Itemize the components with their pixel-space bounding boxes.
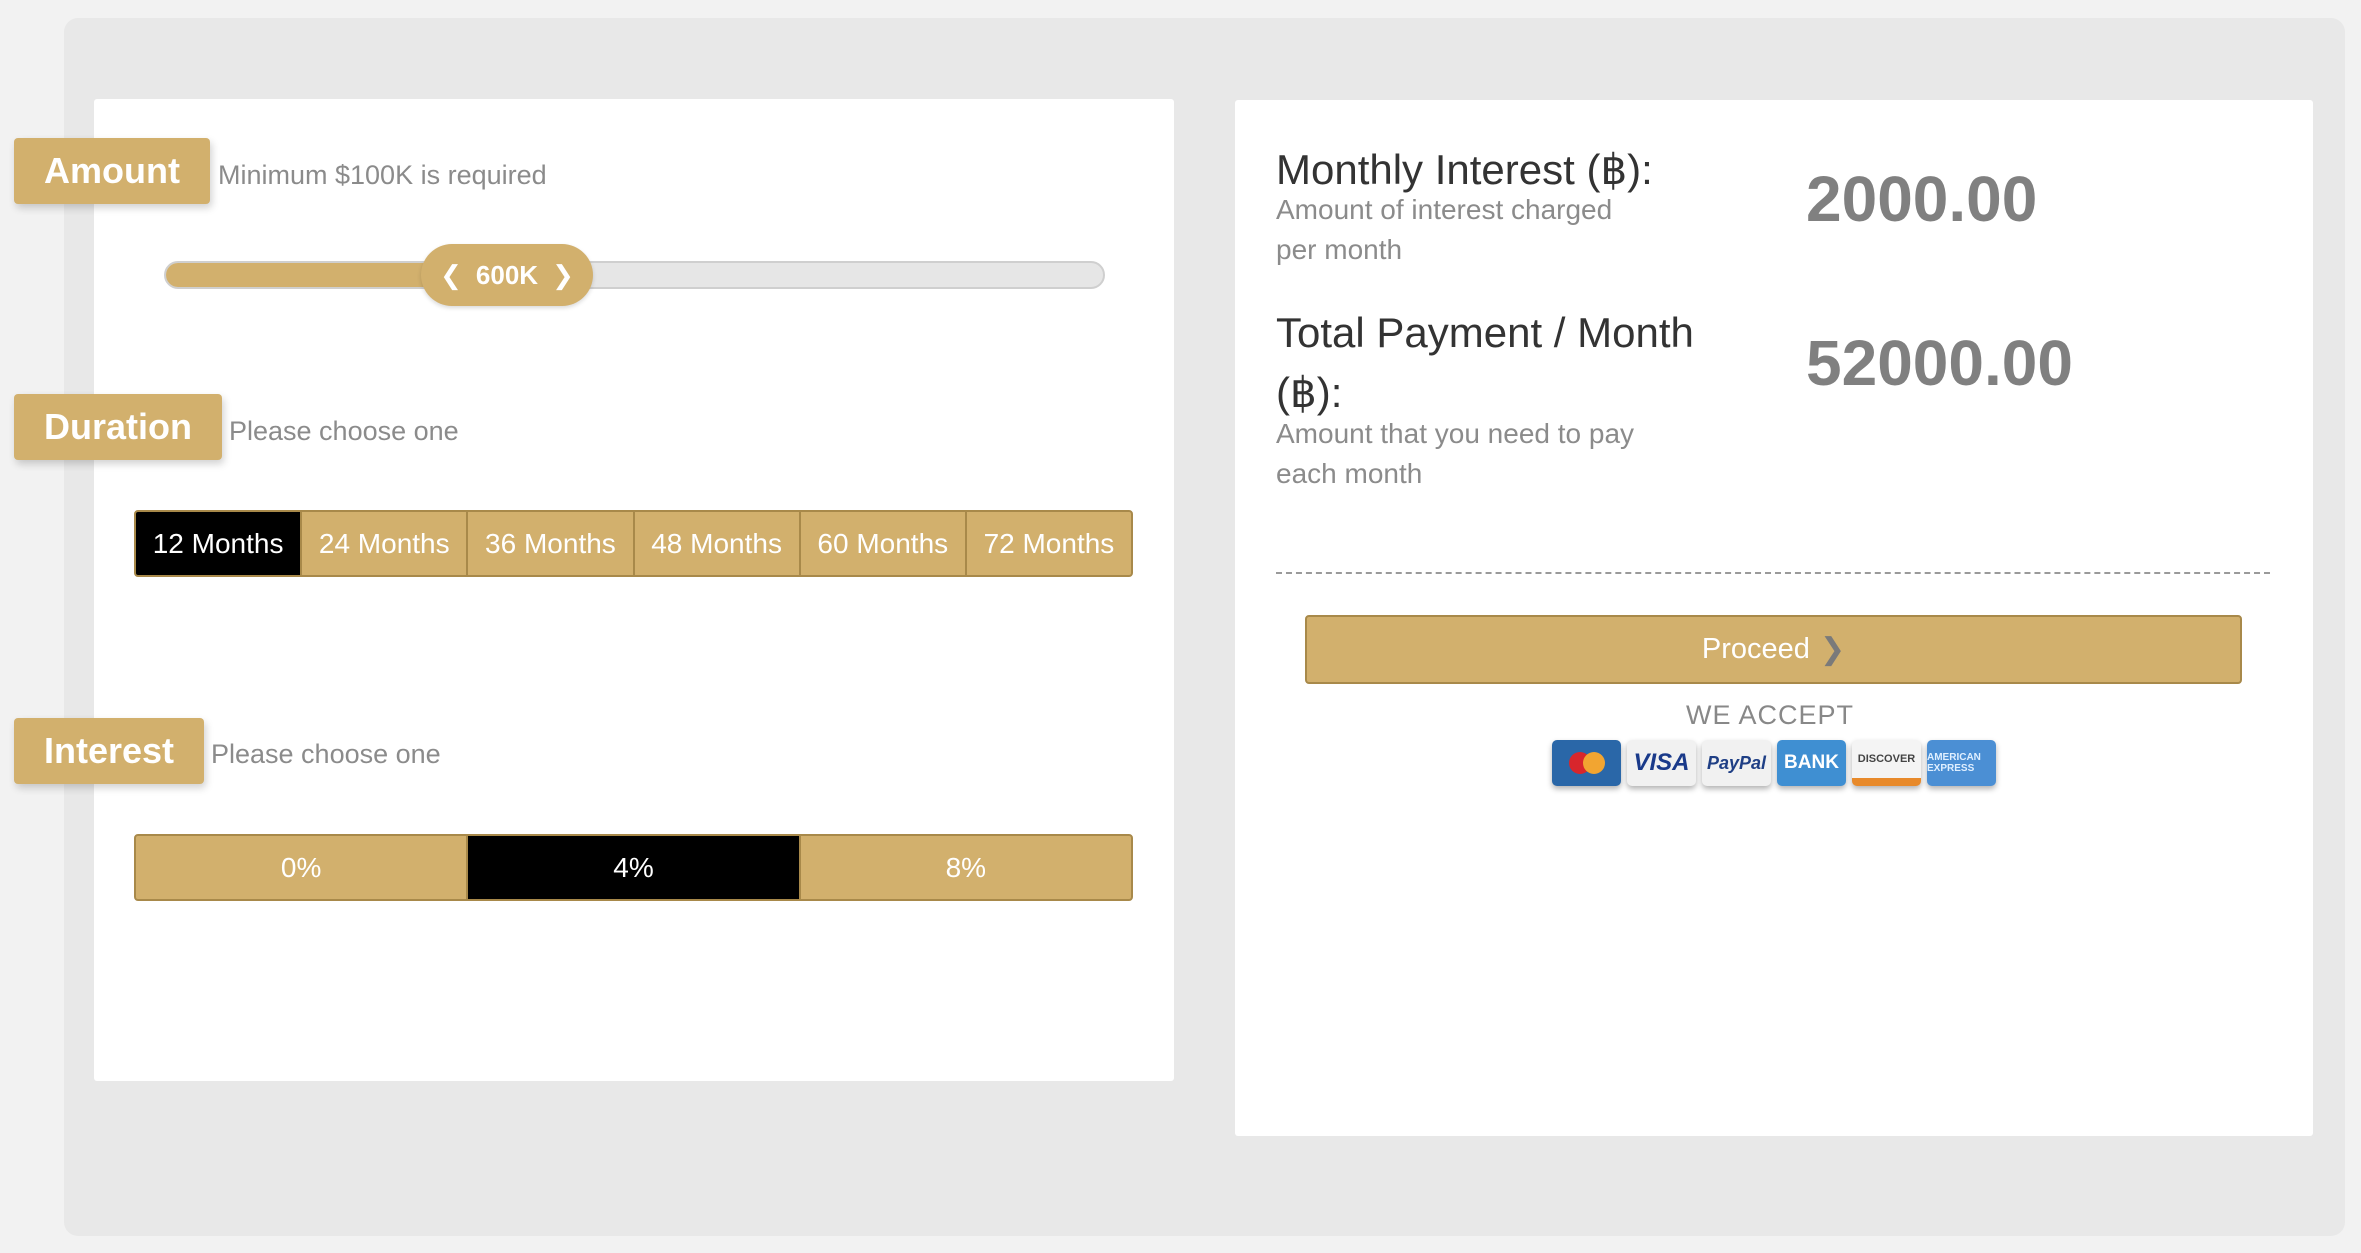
- divider: [1276, 572, 2270, 574]
- interest-options: 0% 4% 8%: [134, 834, 1133, 901]
- duration-option-24[interactable]: 24 Months: [302, 512, 469, 575]
- chevron-right-icon: ❯: [552, 259, 574, 290]
- amount-label: Amount: [14, 138, 210, 204]
- total-payment-label: Total Payment / Month (฿):: [1276, 309, 1694, 416]
- bank-icon: BANK: [1777, 740, 1846, 786]
- duration-option-48[interactable]: 48 Months: [635, 512, 801, 575]
- proceed-button-label: Proceed: [1701, 633, 1810, 665]
- mastercard-icon: [1552, 740, 1621, 786]
- amex-icon: AMERICAN EXPRESS: [1927, 740, 1996, 786]
- amount-slider-handle[interactable]: ❮ 600K ❯: [421, 244, 593, 306]
- amount-hint: Minimum $100K is required: [218, 160, 547, 190]
- visa-icon: VISA: [1627, 740, 1696, 786]
- duration-option-60[interactable]: 60 Months: [801, 512, 967, 575]
- duration-option-72[interactable]: 72 Months: [967, 512, 1131, 575]
- we-accept-label: WE ACCEPT: [1685, 700, 1855, 730]
- proceed-button[interactable]: Proceed ❯: [1305, 615, 2242, 684]
- interest-option-4[interactable]: 4%: [468, 836, 801, 899]
- interest-option-0[interactable]: 0%: [136, 836, 469, 899]
- amount-slider-track[interactable]: [164, 261, 1105, 289]
- duration-options: 12 Months 24 Months 36 Months 48 Months …: [134, 510, 1133, 577]
- total-payment-value: 52000.00: [1806, 327, 2073, 399]
- chevron-right-icon: ❯: [1819, 633, 1846, 666]
- duration-hint: Please choose one: [229, 416, 459, 446]
- monthly-interest-desc: Amount of interest charged per month: [1276, 194, 1613, 265]
- payment-methods: VISA PayPal BANK DISCOVER AMERICAN EXPRE…: [1552, 740, 1996, 786]
- duration-label: Duration: [14, 394, 222, 460]
- duration-option-36[interactable]: 36 Months: [468, 512, 635, 575]
- interest-option-8[interactable]: 8%: [801, 836, 1131, 899]
- duration-option-12[interactable]: 12 Months: [136, 512, 303, 575]
- paypal-icon: PayPal: [1702, 740, 1771, 786]
- amount-slider-value: 600K: [475, 259, 539, 290]
- discover-icon: DISCOVER: [1852, 740, 1921, 786]
- interest-label: Interest: [14, 718, 205, 784]
- input-card: [94, 99, 1174, 1081]
- interest-hint: Please choose one: [211, 739, 441, 769]
- chevron-left-icon: ❮: [440, 259, 462, 290]
- monthly-interest-value: 2000.00: [1806, 163, 2038, 235]
- total-payment-desc: Amount that you need to pay each month: [1276, 418, 1635, 489]
